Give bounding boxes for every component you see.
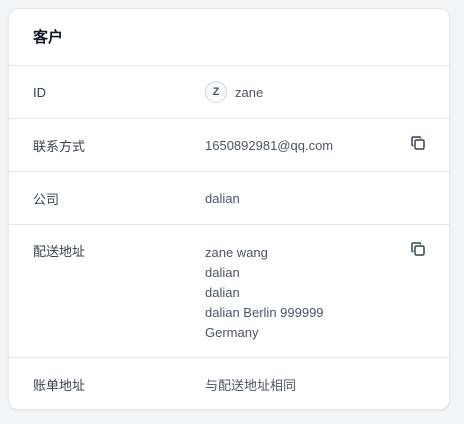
- company-value: dalian: [205, 190, 240, 206]
- card-header: 客户: [9, 9, 449, 66]
- row-company: 公司 dalian: [9, 172, 449, 225]
- copy-icon: [410, 241, 426, 257]
- row-id: ID Z zane: [9, 66, 449, 119]
- shipping-address: zane wang dalian dalian dalian Berlin 99…: [205, 243, 449, 357]
- customer-card: 客户 ID Z zane 联系方式 1650892981@qq.com 公司 d…: [8, 8, 450, 410]
- card-title: 客户: [33, 29, 64, 46]
- billing-label: 账单地址: [33, 377, 86, 393]
- copy-address-button[interactable]: [409, 240, 427, 258]
- id-label: ID: [33, 84, 46, 100]
- address-line: dalian: [205, 285, 240, 300]
- row-shipping-address: 配送地址 zane wang dalian dalian dalian Berl…: [9, 225, 449, 358]
- row-contact: 联系方式 1650892981@qq.com: [9, 119, 449, 172]
- copy-contact-button[interactable]: [409, 134, 427, 152]
- company-label: 公司: [33, 191, 60, 207]
- billing-value: 与配送地址相同: [205, 377, 297, 393]
- address-line: dalian Berlin 999999: [205, 305, 324, 320]
- address-line: Germany: [205, 325, 259, 340]
- shipping-label: 配送地址: [33, 244, 86, 259]
- customer-id: zane: [235, 84, 264, 100]
- row-billing-address: 账单地址 与配送地址相同: [9, 358, 449, 409]
- address-line: dalian: [205, 265, 240, 280]
- avatar: Z: [205, 81, 227, 103]
- contact-label: 联系方式: [33, 138, 86, 154]
- copy-icon: [410, 135, 426, 151]
- id-value: Z zane: [205, 81, 449, 103]
